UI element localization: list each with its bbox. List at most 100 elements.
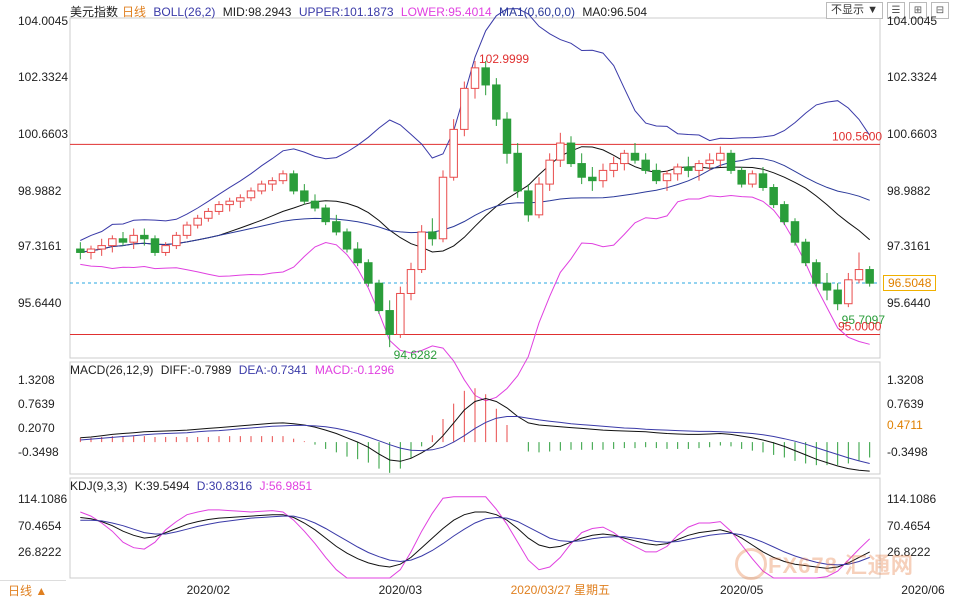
candle-body [598,169,608,182]
candle-body [684,166,693,171]
candle-body [214,204,224,212]
candle-body [268,180,277,185]
watermark-logo-icon [735,548,767,580]
candle-body [108,238,117,247]
candle-body [524,190,533,216]
candle-body [342,231,352,250]
candle-body [278,173,288,182]
macd-ytick-right-1: 0.7639 [887,397,924,411]
kdj-ytick-0: 114.1086 [18,492,68,506]
main-ytick-4: 97.3161 [18,239,62,253]
macd-diff: DIFF:-0.7989 [160,363,232,377]
macd-ytick-2: 0.2070 [18,421,55,435]
x-axis-label: 2020/06 [901,583,945,597]
macd-ytick-3: -0.3498 [18,445,59,459]
resistance-label: 100.5600 [832,129,882,143]
candle-body [236,197,245,202]
main-ytick-3: 98.9882 [18,184,62,198]
candle-body [620,152,629,165]
boll-upper-line [80,8,871,241]
candle-body [769,187,778,206]
period-label: 日线 [122,5,147,19]
candle-body [225,200,234,206]
candle-body [545,159,554,185]
candle-body [129,234,138,243]
macd-ytick-right-2: 0.4711 [887,418,923,432]
candle-body [118,238,128,243]
macd-label: MACD(26,12,9) [70,363,154,377]
high-annotation: 102.9999 [479,52,529,66]
candle-body [673,166,682,175]
kdj-d: D:30.8316 [196,479,253,493]
candle-body [385,310,394,335]
candle-body [321,207,330,223]
candle-body [438,176,448,240]
low-annotation: 94.6282 [394,348,438,362]
kdj-ytick-2: 26.8222 [18,545,62,559]
candle-body [310,200,320,209]
display-select[interactable]: 不显示 ▼ [826,2,883,19]
candle-body [204,210,213,219]
candle-body [97,245,106,250]
candle-body [86,248,96,253]
main-ytick-2: 100.6603 [18,127,69,141]
candle-body [406,269,416,294]
candle-body [460,87,469,130]
candle-body [801,241,810,264]
period-toggle-button[interactable]: 日线 ▲ [0,580,66,601]
candle-body [652,169,661,182]
kdj-j: J:56.9851 [259,479,313,493]
candle-body [374,282,384,312]
x-axis-label: 2020/03/27 星期五 [511,583,610,597]
kdj-ytick-right-1: 70.4654 [887,519,931,533]
candle-body [822,282,832,291]
boll-upper: UPPER:101.1873 [298,5,394,19]
display-select-label: 不显示 [831,4,865,16]
candle-body [353,248,362,264]
candle-body [470,67,480,89]
main-ytick-right-1: 102.3324 [887,70,938,84]
macd-panel-header: MACD(26,12,9) DIFF:-0.7989 DEA:-0.7341 M… [70,363,398,377]
candle-body [150,238,160,253]
candle-body [481,67,490,86]
current-price-tag: 96.5048 [883,275,937,291]
candle-body [502,118,512,154]
main-ytick-right-0: 104.0045 [887,14,938,28]
chart-canvas: 102.999994.628295.7097100.560095.0000202… [69,8,945,597]
main-ytick-5: 95.6440 [18,296,62,310]
kdj-k: K:39.5494 [134,479,190,493]
ma-line [80,157,870,253]
candle-body [833,289,842,305]
candle-body [726,152,736,171]
candle-body [332,221,341,233]
macd-value: MACD:-0.1296 [314,363,395,377]
candle-body [758,173,768,189]
kdj-ytick-right-0: 114.1086 [887,492,937,506]
macd-ytick-right-0: 1.3208 [887,373,924,387]
candle-body [428,231,437,240]
candle-body [534,183,544,216]
candle-body [737,169,746,185]
candle-body [577,163,586,178]
candle-body [641,159,650,171]
candle-body [694,163,704,171]
main-ytick-0: 104.0045 [18,14,69,28]
main-ytick-right-5: 95.6440 [887,296,931,310]
candle-body [566,142,576,165]
candle-body [289,173,298,192]
main-panel-header: 美元指数 日线 BOLL(26,2) MID:98.2943 UPPER:101.… [70,3,651,20]
candle-body [172,234,181,247]
candle-body [780,204,789,223]
candle-body [76,248,85,253]
boll-mid-line [80,146,871,253]
candle-body [396,292,405,335]
main-ytick-right-4: 97.3161 [887,239,931,253]
candle-body [609,163,618,171]
candle-body [300,190,309,202]
candle-body [790,221,800,243]
candle-body [716,152,725,161]
ma-value: MA0:96.504 [582,5,648,19]
macd-ytick-right-3: -0.3498 [887,445,928,459]
main-ytick-1: 102.3324 [18,70,69,84]
kdj-label: KDJ(9,3,3) [70,479,128,493]
